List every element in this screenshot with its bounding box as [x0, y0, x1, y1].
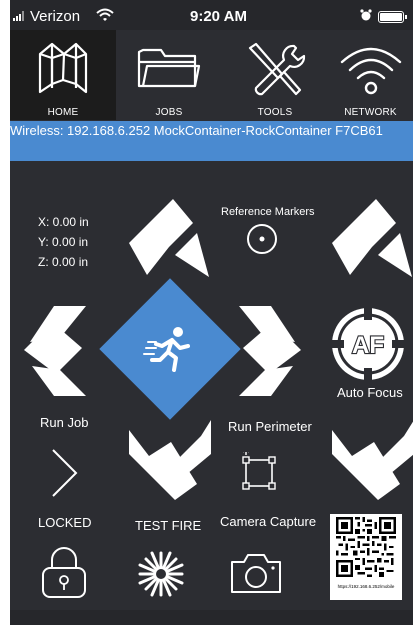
qr-code-image: [336, 517, 396, 577]
camera-capture-label: Camera Capture: [220, 514, 317, 529]
battery-icon: [378, 11, 407, 23]
app-screen: Verizon 9:20 AM HOME JOBS TOOLS NETWORK …: [10, 0, 413, 625]
nav-item-tools[interactable]: TOOLS: [222, 30, 328, 120]
jog-down-right-button[interactable]: [328, 412, 413, 502]
top-nav: HOME JOBS TOOLS NETWORK: [10, 30, 413, 120]
tools-icon: [248, 42, 306, 96]
qr-code-caption: https://192.168.6.252/mobile: [337, 584, 395, 589]
connection-info-banner: Wireless: 192.168.6.252 MockContainer-Ro…: [10, 121, 413, 161]
locked-label: LOCKED: [38, 515, 92, 530]
nav-label-network: NETWORK: [344, 107, 397, 118]
reference-marker-icon[interactable]: [245, 222, 279, 256]
camera-icon[interactable]: [228, 550, 284, 596]
folder-icon: [137, 48, 201, 88]
wifi-status-icon: [96, 8, 114, 21]
lock-icon[interactable]: [40, 544, 88, 600]
reference-markers-label: Reference Markers: [221, 206, 315, 218]
jog-right-button[interactable]: [231, 302, 301, 398]
jog-up-left-button[interactable]: [125, 195, 215, 285]
alarm-icon: [360, 9, 372, 21]
carrier-name: Verizon: [30, 8, 81, 25]
home-logo-icon: [38, 42, 88, 94]
run-perimeter-icon[interactable]: [238, 452, 280, 494]
nav-label-jobs: JOBS: [155, 107, 183, 118]
run-job-button[interactable]: [50, 447, 80, 499]
status-bar: Verizon 9:20 AM: [10, 0, 413, 30]
qr-code: https://192.168.6.252/mobile: [330, 514, 402, 600]
nav-item-network[interactable]: NETWORK: [328, 30, 413, 120]
auto-focus-button[interactable]: AF: [328, 304, 408, 384]
nav-item-jobs[interactable]: JOBS: [116, 30, 222, 120]
jog-down-left-button[interactable]: [125, 412, 215, 502]
wifi-icon: [340, 47, 401, 95]
coord-y: Y: 0.00 in: [38, 235, 89, 249]
nav-label-tools: TOOLS: [257, 107, 293, 118]
auto-focus-label: Auto Focus: [337, 385, 403, 400]
connection-info-text: Wireless: 192.168.6.252 MockContainer-Ro…: [10, 123, 383, 138]
run-job-label: Run Job: [40, 415, 89, 430]
jog-left-button[interactable]: [24, 302, 94, 398]
auto-focus-badge-text: AF: [352, 332, 384, 359]
test-fire-label: TEST FIRE: [135, 518, 202, 533]
bottom-bar: [10, 610, 413, 625]
jog-up-right-button[interactable]: [328, 195, 413, 285]
clock: 9:20 AM: [190, 8, 247, 25]
test-fire-icon[interactable]: [136, 549, 186, 599]
running-man-icon: [143, 327, 190, 372]
coordinates-readout: X: 0.00 in Y: 0.00 in Z: 0.00 in: [38, 212, 89, 272]
nav-label-home: HOME: [47, 107, 79, 118]
run-perimeter-label: Run Perimeter: [228, 419, 312, 434]
coord-x: X: 0.00 in: [38, 215, 89, 229]
nav-item-home[interactable]: HOME: [10, 30, 116, 120]
coord-z: Z: 0.00 in: [38, 255, 89, 269]
signal-icon: [13, 11, 27, 21]
